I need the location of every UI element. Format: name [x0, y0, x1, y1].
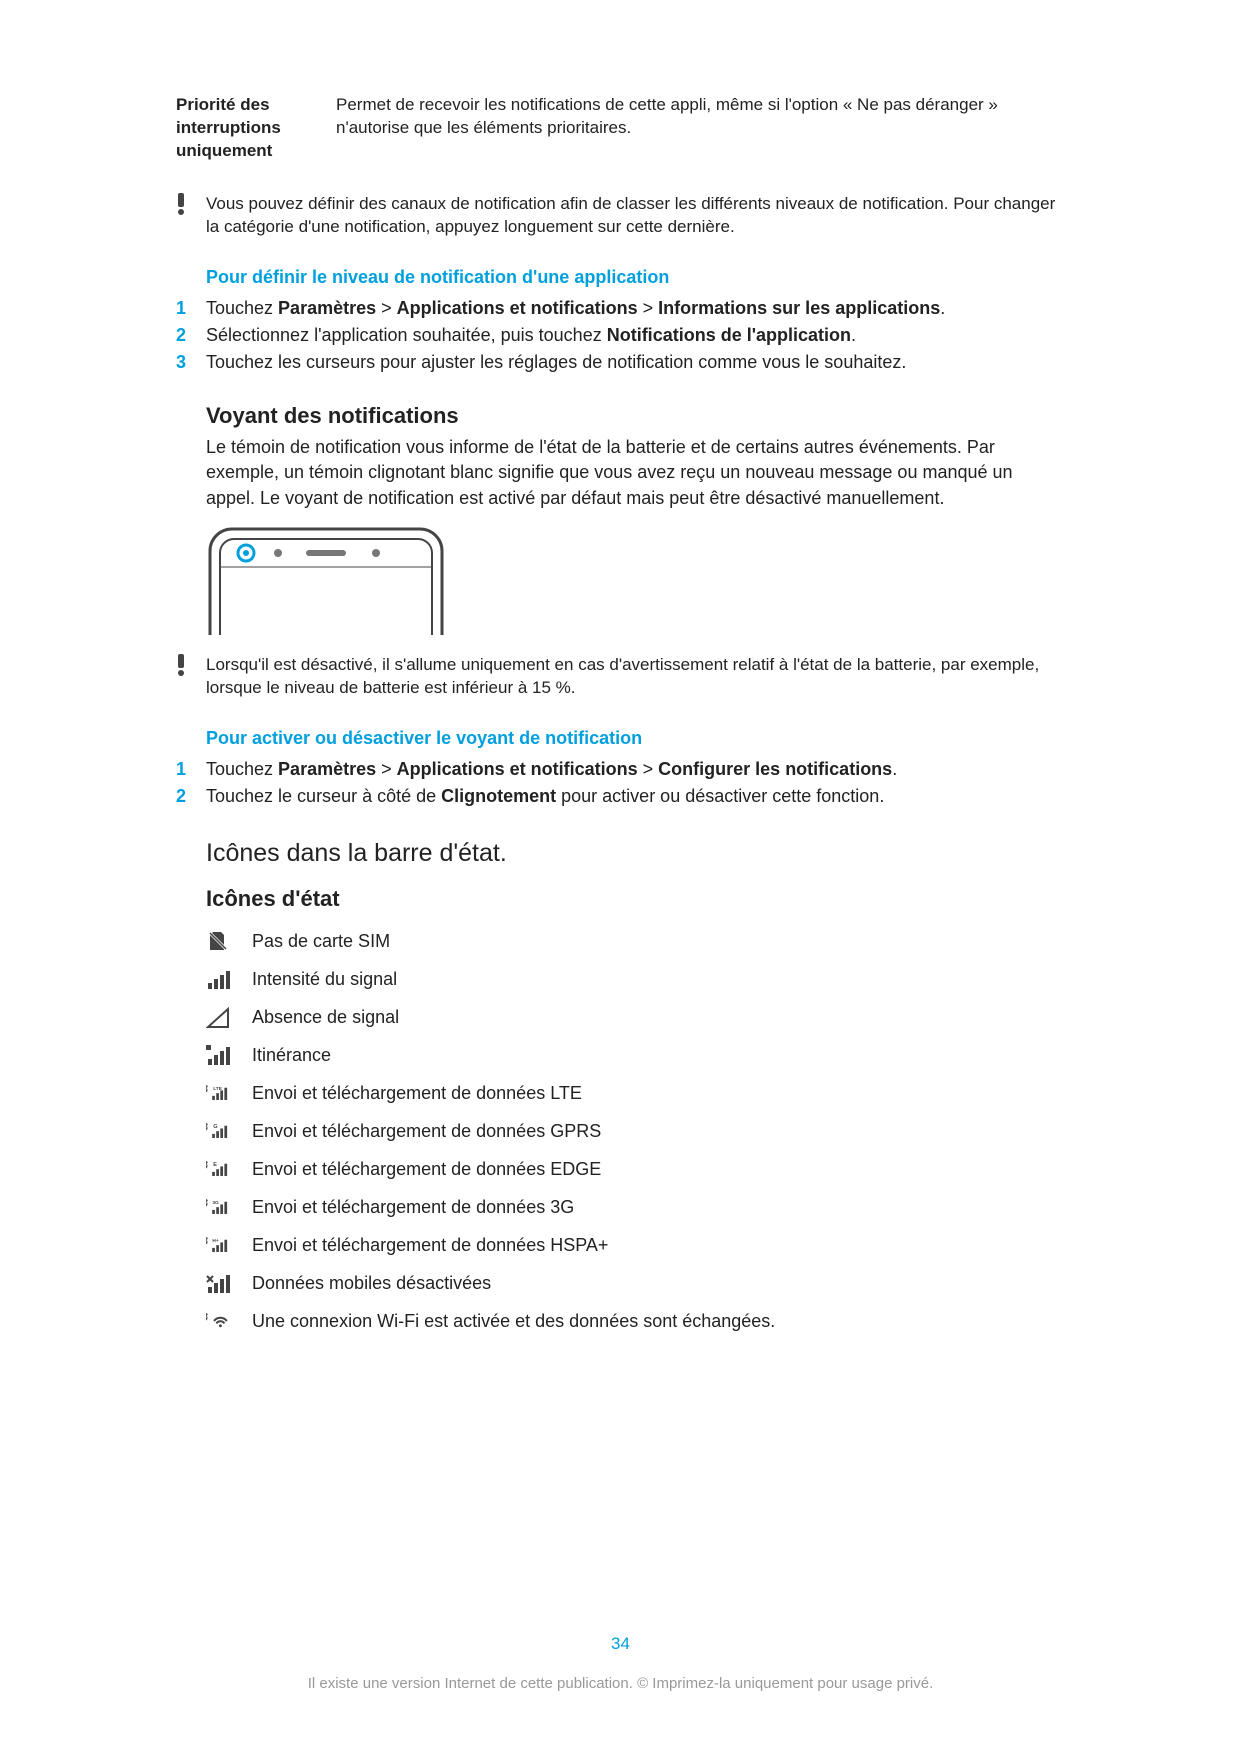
icon-label: Pas de carte SIM	[252, 931, 1065, 952]
procedure-steps: 1 Touchez Paramètres > Applications et n…	[176, 757, 1065, 809]
step: 1 Touchez Paramètres > Applications et n…	[176, 296, 1065, 321]
table-row: Une connexion Wi-Fi est activée et des d…	[206, 1302, 1065, 1340]
svg-text:H+: H+	[212, 1238, 218, 1244]
section-heading-led: Voyant des notifications	[206, 403, 1065, 429]
icon-label: Envoi et téléchargement de données 3G	[252, 1197, 1065, 1218]
no-sim-icon	[206, 929, 252, 953]
step: 3 Touchez les curseurs pour ajuster les …	[176, 350, 1065, 375]
section-body-led: Le témoin de notification vous informe d…	[206, 435, 1065, 511]
option-label: Priorité des interruptions uniquement	[176, 94, 306, 163]
wifi-data-icon	[206, 1309, 252, 1333]
table-row: Données mobiles désactivées	[206, 1264, 1065, 1302]
option-description: Permet de recevoir les notifications de …	[336, 94, 1065, 163]
table-row: E Envoi et téléchargement de données EDG…	[206, 1150, 1065, 1188]
step: 1 Touchez Paramètres > Applications et n…	[176, 757, 1065, 782]
procedure-title: Pour définir le niveau de notification d…	[206, 267, 1065, 288]
note-channels: Vous pouvez définir des canaux de notifi…	[176, 193, 1065, 239]
procedure-title: Pour activer ou désactiver le voyant de …	[206, 728, 1065, 749]
gprs-data-icon: G	[206, 1119, 252, 1143]
icon-label: Envoi et téléchargement de données GPRS	[252, 1121, 1065, 1142]
step-number: 3	[176, 350, 206, 375]
note-text: Vous pouvez définir des canaux de notifi…	[206, 193, 1065, 239]
signal-strength-icon	[206, 967, 252, 991]
edge-data-icon: E	[206, 1157, 252, 1181]
note-text: Lorsqu'il est désactivé, il s'allume uni…	[206, 654, 1065, 700]
icon-label: Absence de signal	[252, 1007, 1065, 1028]
table-row: Pas de carte SIM	[206, 922, 1065, 960]
page-number: 34	[0, 1634, 1241, 1654]
step-number: 2	[176, 784, 206, 809]
icon-label: Données mobiles désactivées	[252, 1273, 1065, 1294]
table-row: Intensité du signal	[206, 960, 1065, 998]
step-number: 1	[176, 296, 206, 321]
step-number: 1	[176, 757, 206, 782]
mobile-data-off-icon	[206, 1271, 252, 1295]
no-signal-icon	[206, 1005, 252, 1029]
section-heading-status-icons: Icônes dans la barre d'état.	[206, 839, 1065, 868]
footer-note: Il existe une version Internet de cette …	[0, 1675, 1241, 1692]
step-number: 2	[176, 323, 206, 348]
step-text: Touchez le curseur à côté de Clignotemen…	[206, 784, 1065, 809]
lte-data-icon: LTE	[206, 1081, 252, 1105]
status-icon-table: Pas de carte SIM Intensité du signal Abs…	[206, 922, 1065, 1340]
table-row: H+ Envoi et téléchargement de données HS…	[206, 1226, 1065, 1264]
icon-label: Envoi et téléchargement de données LTE	[252, 1083, 1065, 1104]
procedure-steps: 1 Touchez Paramètres > Applications et n…	[176, 296, 1065, 376]
option-row: Priorité des interruptions uniquement Pe…	[176, 94, 1065, 163]
table-row: 3G Envoi et téléchargement de données 3G	[206, 1188, 1065, 1226]
icon-label: Envoi et téléchargement de données EDGE	[252, 1159, 1065, 1180]
note-led-disabled: Lorsqu'il est désactivé, il s'allume uni…	[176, 654, 1065, 700]
step-text: Touchez Paramètres > Applications et not…	[206, 296, 1065, 321]
svg-text:G: G	[213, 1124, 217, 1130]
table-row: Absence de signal	[206, 998, 1065, 1036]
icon-label: Une connexion Wi-Fi est activée et des d…	[252, 1311, 1065, 1332]
step: 2 Sélectionnez l'application souhaitée, …	[176, 323, 1065, 348]
step-text: Touchez les curseurs pour ajuster les ré…	[206, 350, 1065, 375]
step-text: Sélectionnez l'application souhaitée, pu…	[206, 323, 1065, 348]
table-row: G Envoi et téléchargement de données GPR…	[206, 1112, 1065, 1150]
step: 2 Touchez le curseur à côté de Clignotem…	[176, 784, 1065, 809]
icon-label: Intensité du signal	[252, 969, 1065, 990]
svg-text:3G: 3G	[212, 1200, 219, 1206]
alert-icon	[176, 193, 206, 219]
table-row: LTE Envoi et téléchargement de données L…	[206, 1074, 1065, 1112]
icon-label: Envoi et téléchargement de données HSPA+	[252, 1235, 1065, 1256]
svg-text:E: E	[213, 1162, 217, 1168]
phone-illustration	[206, 525, 1065, 640]
icon-label: Itinérance	[252, 1045, 1065, 1066]
hspa-plus-data-icon: H+	[206, 1233, 252, 1257]
table-row: Itinérance	[206, 1036, 1065, 1074]
step-text: Touchez Paramètres > Applications et not…	[206, 757, 1065, 782]
alert-icon	[176, 654, 206, 680]
roaming-icon	[206, 1043, 252, 1067]
subheading-status-icons: Icônes d'état	[206, 886, 1065, 912]
three-g-data-icon: 3G	[206, 1195, 252, 1219]
page: Priorité des interruptions uniquement Pe…	[0, 0, 1241, 1754]
